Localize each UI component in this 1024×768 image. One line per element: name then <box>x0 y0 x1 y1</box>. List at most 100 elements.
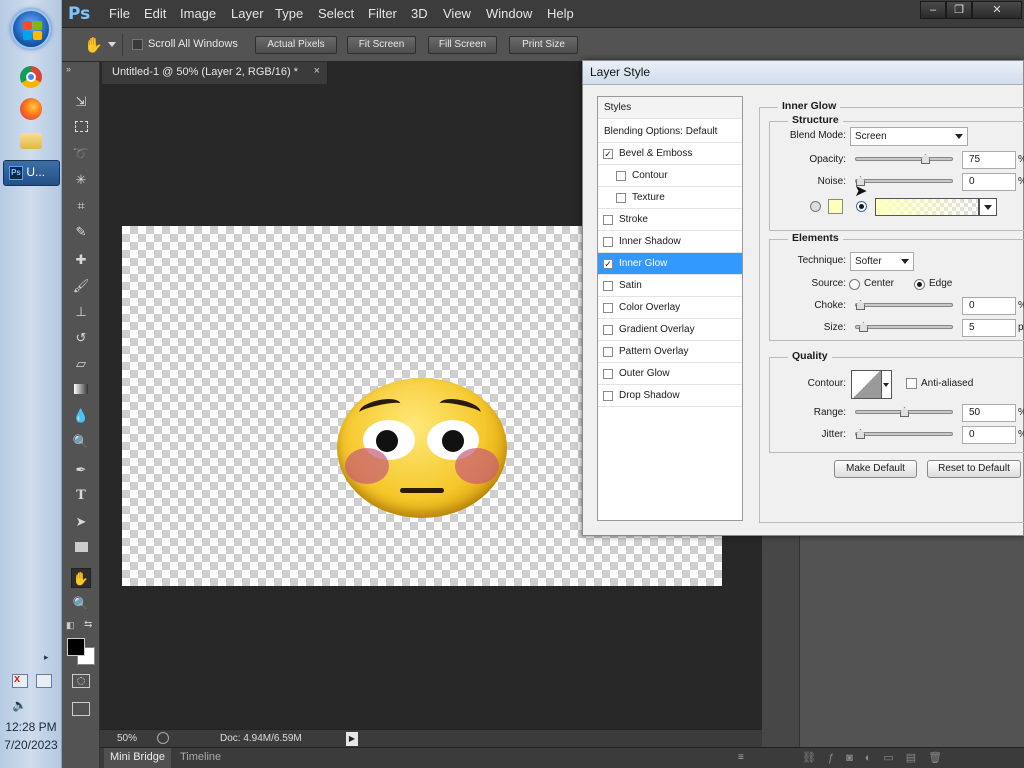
source-edge-radio[interactable] <box>914 279 925 290</box>
fit-screen-button[interactable]: Fit Screen <box>347 36 416 54</box>
dialog-title[interactable]: Layer Style <box>583 61 1023 85</box>
style-item-gradient-overlay[interactable]: Gradient Overlay <box>598 319 742 341</box>
style-item-texture[interactable]: Texture <box>598 187 742 209</box>
screen-mode-icon[interactable] <box>72 702 90 716</box>
solid-color-radio[interactable] <box>810 201 821 212</box>
opacity-input[interactable]: 75 <box>962 151 1016 169</box>
menu-type[interactable]: Type <box>275 6 303 21</box>
checkbox-icon[interactable] <box>603 325 613 335</box>
taskbar-photoshop[interactable]: Ps U... <box>3 160 60 186</box>
healing-brush-tool-icon[interactable]: ✚ <box>71 250 91 270</box>
pen-tool-icon[interactable]: ✒ <box>71 460 91 480</box>
range-slider[interactable] <box>855 407 953 417</box>
swap-colors-icon[interactable]: ⇆ <box>84 619 92 630</box>
glow-color-swatch[interactable] <box>828 199 843 214</box>
status-info-icon[interactable] <box>157 732 169 744</box>
history-brush-tool-icon[interactable]: ↺ <box>71 328 91 348</box>
chrome-icon[interactable] <box>20 66 42 88</box>
source-center-radio[interactable] <box>849 279 860 290</box>
lasso-tool-icon[interactable]: ➰ <box>71 144 91 164</box>
style-item-color-overlay[interactable]: Color Overlay <box>598 297 742 319</box>
range-input[interactable]: 50 <box>962 404 1016 422</box>
panel-menu-icon[interactable]: ≡ <box>738 752 744 763</box>
gradient-tool-icon[interactable] <box>71 380 91 400</box>
checkbox-icon[interactable] <box>603 281 613 291</box>
jitter-input[interactable]: 0 <box>962 426 1016 444</box>
foreground-color-swatch[interactable] <box>67 638 85 656</box>
chevron-down-icon[interactable] <box>108 42 116 47</box>
minimize-button[interactable]: – <box>920 1 946 19</box>
tab-timeline[interactable]: Timeline <box>180 751 221 763</box>
layers-panel-footer-icons[interactable]: ⛓ƒ◙◐▭▤🗑 <box>802 751 954 764</box>
close-tab-icon[interactable]: × <box>314 65 320 77</box>
make-default-button[interactable]: Make Default <box>834 460 917 478</box>
eyedropper-tool-icon[interactable]: ✎ <box>71 222 91 242</box>
checkbox-icon[interactable] <box>603 347 613 357</box>
actual-pixels-button[interactable]: Actual Pixels <box>255 36 337 54</box>
glow-gradient-picker[interactable] <box>875 198 979 216</box>
size-input[interactable]: 5 <box>962 319 1016 337</box>
style-item-contour[interactable]: Contour <box>598 165 742 187</box>
scroll-all-windows-checkbox[interactable] <box>132 39 143 50</box>
blending-options-item[interactable]: Blending Options: Default <box>598 121 742 143</box>
eraser-tool-icon[interactable]: ▱ <box>71 354 91 374</box>
gradient-dropdown-button[interactable] <box>979 198 997 216</box>
start-button[interactable] <box>11 9 51 49</box>
choke-input[interactable]: 0 <box>962 297 1016 315</box>
checkbox-icon[interactable] <box>603 215 613 225</box>
quick-mask-icon[interactable] <box>72 674 90 688</box>
action-center-icon[interactable] <box>36 674 52 688</box>
noise-slider[interactable] <box>855 176 953 186</box>
menu-image[interactable]: Image <box>180 6 216 21</box>
shape-tool-icon[interactable] <box>71 538 91 558</box>
size-slider[interactable] <box>855 322 953 332</box>
blend-mode-select[interactable]: Screen <box>850 127 968 146</box>
menu-edit[interactable]: Edit <box>144 6 166 21</box>
style-item-drop-shadow[interactable]: Drop Shadow <box>598 385 742 407</box>
menu-filter[interactable]: Filter <box>368 6 397 21</box>
anti-aliased-checkbox[interactable] <box>906 378 917 389</box>
print-size-button[interactable]: Print Size <box>509 36 578 54</box>
marquee-tool-icon[interactable] <box>71 118 91 138</box>
document-tab[interactable]: Untitled-1 @ 50% (Layer 2, RGB/16) * × <box>102 62 328 84</box>
menu-file[interactable]: File <box>109 6 130 21</box>
fill-screen-button[interactable]: Fill Screen <box>428 36 497 54</box>
show-hidden-icons-icon[interactable]: ▸ <box>44 652 49 663</box>
system-clock[interactable]: 12:28 PM 7/20/2023 <box>0 718 62 754</box>
expand-panel-icon[interactable]: » <box>66 64 71 74</box>
menu-window[interactable]: Window <box>486 6 532 21</box>
jitter-slider[interactable] <box>855 429 953 439</box>
checkbox-checked-icon[interactable]: ✓ <box>603 259 613 269</box>
menu-layer[interactable]: Layer <box>231 6 264 21</box>
default-colors-icon[interactable]: ◧ <box>66 620 75 631</box>
hand-tool-preset-icon[interactable]: ✋ <box>84 36 103 54</box>
hand-tool-icon[interactable]: ✋ <box>71 568 91 588</box>
checkbox-checked-icon[interactable]: ✓ <box>603 149 613 159</box>
blur-tool-icon[interactable]: 💧 <box>71 406 91 426</box>
folder-icon[interactable] <box>20 133 42 149</box>
checkbox-icon[interactable] <box>603 369 613 379</box>
checkbox-icon[interactable] <box>603 303 613 313</box>
contour-preview[interactable] <box>851 370 882 399</box>
style-item-pattern-overlay[interactable]: Pattern Overlay <box>598 341 742 363</box>
style-item-stroke[interactable]: Stroke <box>598 209 742 231</box>
menu-view[interactable]: View <box>443 6 471 21</box>
gradient-radio[interactable] <box>856 201 867 212</box>
choke-slider[interactable] <box>855 300 953 310</box>
move-tool-icon[interactable]: ⇲ <box>71 92 91 112</box>
style-item-inner-glow[interactable]: ✓ Inner Glow <box>598 253 742 275</box>
style-item-outer-glow[interactable]: Outer Glow <box>598 363 742 385</box>
brush-tool-icon[interactable]: 🖌 <box>71 276 91 296</box>
technique-select[interactable]: Softer <box>850 252 914 271</box>
checkbox-icon[interactable] <box>603 237 613 247</box>
path-selection-tool-icon[interactable]: ➤ <box>71 512 91 532</box>
magic-wand-tool-icon[interactable]: ✳ <box>71 170 91 190</box>
style-item-inner-shadow[interactable]: Inner Shadow <box>598 231 742 253</box>
type-tool-icon[interactable]: T <box>71 486 91 506</box>
zoom-level[interactable]: 50% <box>117 733 137 744</box>
zoom-tool-icon[interactable]: 🔍 <box>71 594 91 614</box>
menu-select[interactable]: Select <box>318 6 354 21</box>
volume-muted-icon[interactable]: 🔈 <box>12 698 27 712</box>
network-icon[interactable]: x <box>12 673 28 688</box>
menu-3d[interactable]: 3D <box>411 6 428 21</box>
